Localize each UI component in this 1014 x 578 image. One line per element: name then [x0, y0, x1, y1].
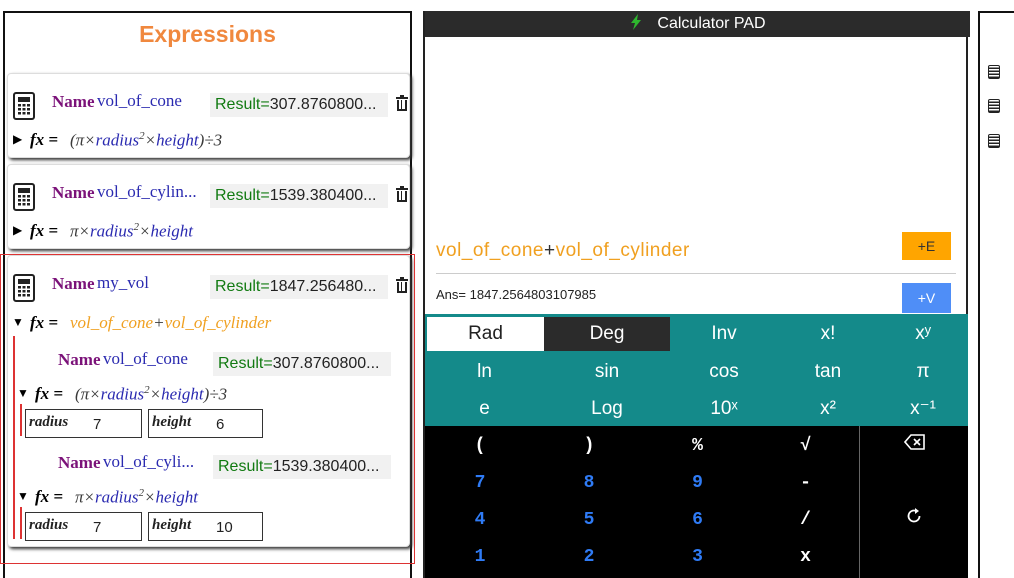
digit-2-key[interactable]: 2: [535, 540, 643, 574]
result-label: Result=: [215, 96, 270, 113]
sqrt-key[interactable]: √: [752, 429, 859, 463]
reset-icon[interactable]: [905, 507, 923, 530]
expression-card-vol-of-cylinder[interactable]: Name vol_of_cylin... Result=1539.380400.…: [7, 164, 410, 249]
tan-key[interactable]: tan: [778, 354, 878, 390]
digit-8-key[interactable]: 8: [535, 466, 643, 500]
calculator-icon[interactable]: [988, 99, 1000, 113]
e-key[interactable]: e: [425, 391, 544, 427]
result-value: Result=307.8760800...: [210, 93, 388, 117]
calculator-icon: [13, 183, 35, 211]
expand-triangle-icon[interactable]: ▶: [13, 223, 22, 237]
digit-3-key[interactable]: 3: [643, 540, 752, 574]
sin-key[interactable]: sin: [544, 354, 670, 390]
digit-1-key[interactable]: 1: [425, 540, 535, 574]
selected-card-outline: [0, 254, 415, 564]
expression-b: vol_of_cylinder: [555, 240, 690, 261]
result-value: Result=1539.380400...: [210, 184, 388, 208]
expression-name: vol_of_cylin...: [97, 182, 197, 201]
add-expression-button[interactable]: +E: [902, 232, 951, 260]
inv-key[interactable]: Inv: [670, 317, 778, 351]
calculator-icon[interactable]: [988, 134, 1000, 148]
name-label: Name: [52, 92, 95, 111]
calculator-title-bar: Calculator PAD: [425, 11, 970, 37]
expression-display[interactable]: vol_of_cone+vol_of_cylinder: [436, 240, 690, 262]
ten-power-key[interactable]: 10ˣ: [670, 391, 778, 427]
digit-5-key[interactable]: 5: [535, 503, 643, 537]
formula-text: (π×radius2×height)÷3: [70, 130, 223, 150]
open-paren-key[interactable]: (: [425, 429, 535, 463]
log-key[interactable]: Log: [544, 391, 670, 427]
divide-key[interactable]: /: [752, 503, 859, 537]
expressions-title: Expressions: [139, 21, 276, 47]
percent-key[interactable]: %: [643, 429, 752, 463]
digit-9-key[interactable]: 9: [643, 466, 752, 500]
expression-card-vol-of-cone[interactable]: Name vol_of_cone Result=307.8760800... ▶…: [7, 73, 410, 158]
result-label: Result=: [215, 187, 270, 204]
pi-key[interactable]: π: [878, 354, 968, 390]
fx-label: fx =: [30, 221, 59, 240]
power-key[interactable]: xʸ: [878, 317, 968, 351]
keypad-divider: [859, 426, 860, 578]
rad-key[interactable]: Rad: [427, 317, 544, 351]
trash-icon[interactable]: [396, 95, 408, 111]
ln-key[interactable]: ln: [425, 354, 544, 390]
digit-7-key[interactable]: 7: [425, 466, 535, 500]
fx-label: fx =: [30, 130, 59, 149]
deg-key[interactable]: Deg: [544, 317, 670, 351]
name-label: Name: [52, 183, 95, 202]
factorial-key[interactable]: x!: [778, 317, 878, 351]
formula-text: π×radius2×height: [70, 221, 193, 241]
calculator-pad: Calculator PAD vol_of_cone+vol_of_cylind…: [423, 11, 970, 578]
backspace-icon[interactable]: [903, 434, 926, 455]
multiply-key[interactable]: x: [752, 540, 859, 574]
digit-4-key[interactable]: 4: [425, 503, 535, 537]
add-variable-button[interactable]: +V: [902, 283, 951, 313]
minus-key[interactable]: -: [752, 466, 859, 500]
reciprocal-key[interactable]: x⁻¹: [878, 391, 968, 427]
result-number: 1539.380400...: [269, 187, 377, 204]
expand-triangle-icon[interactable]: ▶: [13, 132, 22, 146]
right-panel: [978, 11, 1014, 578]
square-key[interactable]: x²: [778, 391, 878, 427]
trash-icon[interactable]: [396, 186, 408, 202]
display-divider: [436, 273, 956, 274]
answer-display: Ans= 1847.2564803107985: [436, 287, 597, 302]
digit-6-key[interactable]: 6: [643, 503, 752, 537]
lightning-icon: [631, 14, 642, 30]
expression-name: vol_of_cone: [97, 91, 182, 110]
expression-operator: +: [543, 240, 556, 261]
calculator-icon[interactable]: [988, 65, 1000, 79]
cos-key[interactable]: cos: [670, 354, 778, 390]
close-paren-key[interactable]: ): [535, 429, 643, 463]
result-number: 307.8760800...: [269, 96, 377, 113]
calculator-title: Calculator PAD: [657, 15, 766, 32]
expression-a: vol_of_cone: [436, 240, 544, 261]
calculator-icon: [13, 92, 35, 120]
